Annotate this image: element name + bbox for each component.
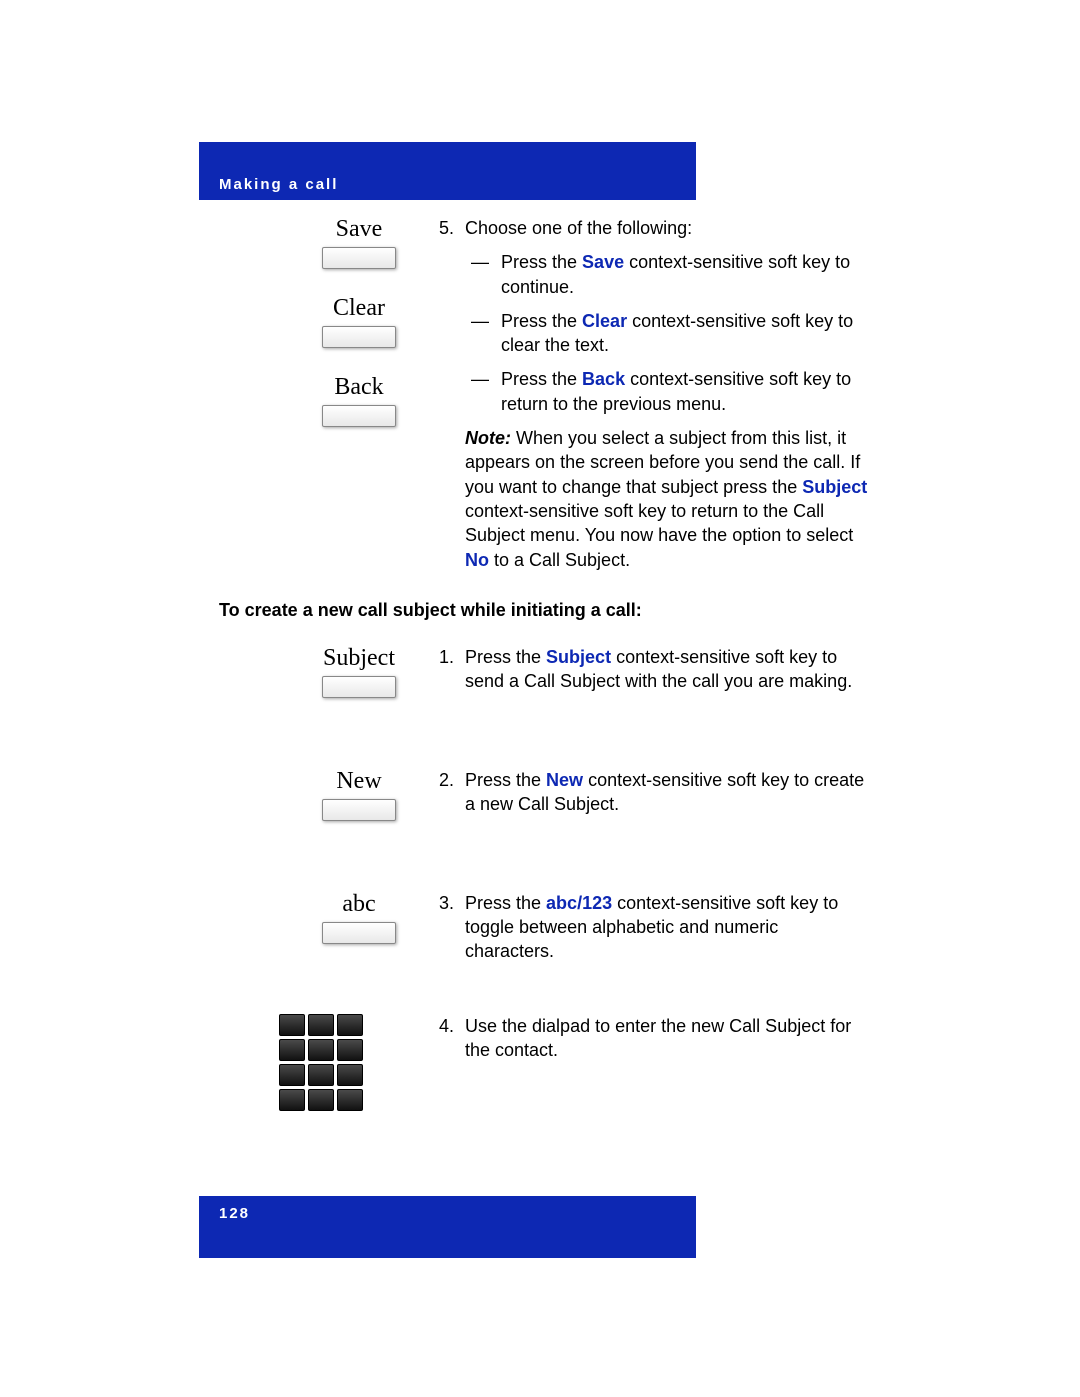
- softkey-back-label: Back: [334, 374, 383, 401]
- softkey-save: Save: [279, 216, 439, 269]
- step5-opt-save: Press the Save context-sensitive soft ke…: [471, 250, 869, 299]
- step2-2-row: New 2.Press the New context-sensitive so…: [199, 768, 869, 847]
- footer-bar: 128: [199, 1196, 696, 1258]
- step2-1-text: 1.Press the Subject context-sensitive so…: [439, 645, 869, 694]
- header-bar: Making a call: [199, 142, 696, 200]
- kw-abc123: abc/123: [546, 893, 612, 913]
- kw-subject-note: Subject: [802, 477, 867, 497]
- softkey-new-button[interactable]: [322, 799, 396, 821]
- step5-number: 5.: [439, 216, 465, 572]
- kw-new: New: [546, 770, 583, 790]
- kw-back: Back: [582, 369, 625, 389]
- page: Making a call Save Clear Back: [0, 0, 1080, 1397]
- dialpad-icon: [279, 1014, 439, 1111]
- kw-subject: Subject: [546, 647, 611, 667]
- softkey-clear-label: Clear: [333, 295, 385, 322]
- softkey-abc-label: abc: [342, 891, 375, 918]
- softkey-back-button[interactable]: [322, 405, 396, 427]
- content: Save Clear Back 5. Choose one of the fol…: [199, 216, 869, 1111]
- page-number: 128: [219, 1205, 250, 1222]
- step2-4-text: 4.Use the dialpad to enter the new Call …: [439, 1014, 869, 1063]
- kw-clear: Clear: [582, 311, 627, 331]
- softkey-abc-button[interactable]: [322, 922, 396, 944]
- step5-softkeys: Save Clear Back: [199, 216, 439, 453]
- softkey-clear-button[interactable]: [322, 326, 396, 348]
- step5-row: Save Clear Back 5. Choose one of the fol…: [199, 216, 869, 572]
- step2-3-text: 3.Press the abc/123 context-sensitive so…: [439, 891, 869, 964]
- step5-lead: Choose one of the following:: [465, 216, 869, 240]
- kw-save: Save: [582, 252, 624, 272]
- softkey-save-button[interactable]: [322, 247, 396, 269]
- softkey-back: Back: [279, 374, 439, 427]
- softkey-save-label: Save: [336, 216, 383, 243]
- kw-no: No: [465, 550, 489, 570]
- softkey-new-label: New: [336, 768, 381, 795]
- softkey-abc: abc: [279, 891, 439, 944]
- softkey-subject: Subject: [279, 645, 439, 698]
- step2-4-row: 4.Use the dialpad to enter the new Call …: [199, 1014, 869, 1111]
- step5-opt-clear: Press the Clear context-sensitive soft k…: [471, 309, 869, 358]
- step5-options: Press the Save context-sensitive soft ke…: [465, 240, 869, 416]
- softkey-subject-button[interactable]: [322, 676, 396, 698]
- step5-opt-back: Press the Back context-sensitive soft ke…: [471, 367, 869, 416]
- note-block: Note: When you select a subject from thi…: [465, 426, 869, 572]
- step2-2-text: 2.Press the New context-sensitive soft k…: [439, 768, 869, 817]
- softkey-subject-label: Subject: [323, 645, 395, 672]
- step5-text: 5. Choose one of the following: Press th…: [439, 216, 869, 572]
- softkey-new: New: [279, 768, 439, 821]
- note-label: Note:: [465, 428, 511, 448]
- softkey-clear: Clear: [279, 295, 439, 348]
- section-heading: To create a new call subject while initi…: [219, 600, 869, 621]
- step2-3-row: abc 3.Press the abc/123 context-sensitiv…: [199, 891, 869, 970]
- header-title: Making a call: [219, 176, 338, 193]
- step2-1-row: Subject 1.Press the Subject context-sens…: [199, 645, 869, 724]
